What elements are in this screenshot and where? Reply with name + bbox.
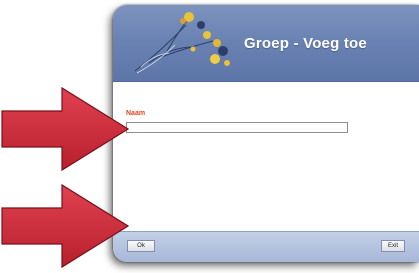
red-arrow-icon: [1, 183, 130, 269]
exit-button[interactable]: Exit: [381, 240, 405, 252]
dialog-content: Naam: [113, 82, 419, 232]
ok-button[interactable]: Ok: [127, 240, 155, 252]
group-add-dialog: Groep - Voeg toe Naam Ok Exit: [113, 5, 419, 262]
red-arrow-icon: [1, 86, 130, 172]
screenshot-stage: Groep - Voeg toe Naam Ok Exit: [0, 0, 419, 273]
dialog-header: Groep - Voeg toe: [113, 5, 419, 82]
dialog-footer: Ok Exit: [113, 231, 419, 262]
flower-logo-icon: [134, 12, 230, 74]
name-input[interactable]: [126, 122, 348, 133]
dialog-title: Groep - Voeg toe: [244, 35, 367, 52]
